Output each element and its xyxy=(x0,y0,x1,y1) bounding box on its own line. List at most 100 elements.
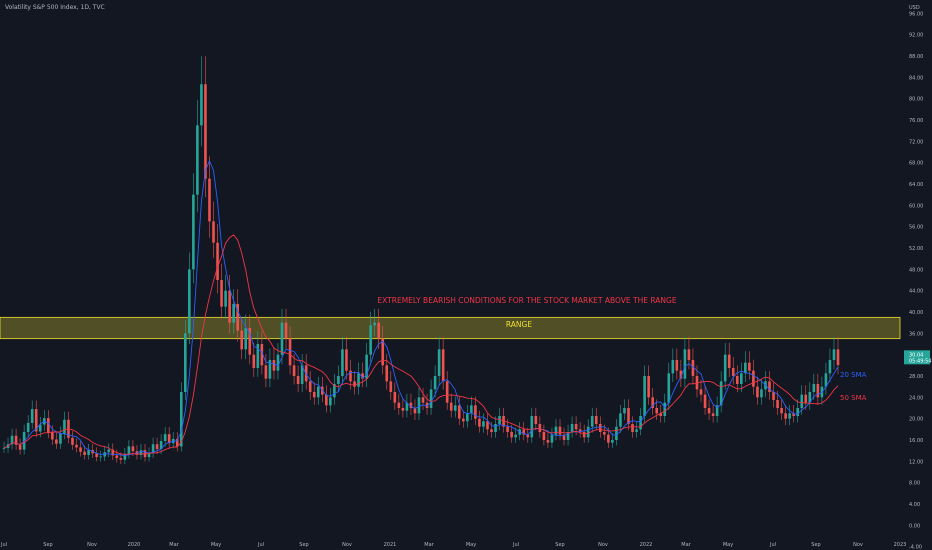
y-tick-label: 24.00 xyxy=(909,395,923,401)
candle-body xyxy=(449,402,453,411)
x-tick-label: Sep xyxy=(811,542,820,548)
candle-body xyxy=(607,434,610,443)
candle-body xyxy=(784,413,787,419)
candle-body xyxy=(796,408,800,416)
candle-body xyxy=(421,397,425,403)
candle-body xyxy=(417,397,421,414)
x-tick-label: Nov xyxy=(598,542,608,548)
x-tick-label: 2023 xyxy=(894,542,907,548)
candle-body xyxy=(772,392,775,400)
candle-body xyxy=(748,362,751,371)
candle-body xyxy=(325,394,328,406)
y-tick-label: 12.00 xyxy=(909,459,923,465)
candle-body xyxy=(453,405,457,411)
x-tick-label: Nov xyxy=(853,542,863,548)
candle-body xyxy=(51,432,54,440)
candle-body xyxy=(155,444,159,450)
candle-body xyxy=(462,418,465,422)
x-tick-label: Nov xyxy=(342,542,352,548)
x-tick-label: Jul xyxy=(0,542,7,548)
candle-body xyxy=(179,392,183,447)
candle-body xyxy=(546,440,550,443)
candle-body xyxy=(87,450,90,455)
candle-body xyxy=(131,446,135,452)
candle-body xyxy=(99,456,102,458)
candle-body xyxy=(292,365,296,376)
candle-body xyxy=(615,426,618,440)
candle-body xyxy=(598,424,602,432)
candle-body xyxy=(594,416,598,424)
candle-body xyxy=(699,389,703,395)
candle-body xyxy=(401,408,405,411)
candle-body xyxy=(397,402,401,408)
candle-body xyxy=(18,444,22,450)
y-tick-label: 8.00 xyxy=(909,481,920,487)
y-tick-label: 36.00 xyxy=(909,331,923,337)
y-tick-label: -4.00 xyxy=(909,545,922,550)
currency-label: USD xyxy=(909,5,920,11)
candle-body xyxy=(735,376,739,384)
y-tick-label: 72.00 xyxy=(909,139,923,145)
candle-body xyxy=(2,448,6,449)
candle-body xyxy=(373,322,376,326)
candle-body xyxy=(723,354,727,382)
candle-body xyxy=(119,458,123,460)
candle-body xyxy=(345,349,348,371)
candle-body xyxy=(752,370,755,387)
candle-body xyxy=(510,432,513,438)
bearish-annotation: EXTREMELY BEARISH CONDITIONS FOR THE STO… xyxy=(377,296,676,305)
candle-body xyxy=(272,360,276,371)
candle-body xyxy=(308,381,312,392)
candle-body xyxy=(647,376,650,398)
x-tick-label: 2020 xyxy=(128,542,141,548)
candle-body xyxy=(542,432,546,440)
y-tick-label: 88.00 xyxy=(909,54,923,60)
candle-body xyxy=(337,376,340,384)
candle-body xyxy=(478,418,481,427)
x-tick-label: May xyxy=(211,542,221,548)
x-tick-label: Jul xyxy=(512,542,519,548)
x-tick-label: 2021 xyxy=(384,542,397,548)
vix-candlestick-chart[interactable]: USD96.00 92.00 88.00 84.00 80.00 76.00 72.00 68… xyxy=(0,0,932,550)
candle-body xyxy=(812,384,816,392)
candle-body xyxy=(623,408,626,414)
candle-body xyxy=(59,433,62,444)
candle-body xyxy=(252,354,256,368)
x-tick-label: Nov xyxy=(87,542,97,548)
candle-body xyxy=(357,373,360,387)
candle-body xyxy=(466,413,469,422)
candle-body xyxy=(683,349,687,379)
candle-body xyxy=(385,365,389,382)
candle-body xyxy=(389,381,393,392)
y-tick-label: 56.00 xyxy=(909,225,923,231)
countdown-value: 05:49:54 xyxy=(909,358,931,364)
x-tick-label: May xyxy=(723,542,733,548)
candle-body xyxy=(457,405,461,419)
candle-body xyxy=(163,434,167,442)
y-tick-label: 16.00 xyxy=(909,438,923,444)
y-tick-label: 80.00 xyxy=(909,97,923,103)
candle-body xyxy=(63,419,66,434)
candle-body xyxy=(663,402,667,416)
x-tick-label: Jul xyxy=(257,542,264,548)
candle-body xyxy=(393,392,397,403)
candle-body xyxy=(671,360,675,374)
candle-body xyxy=(288,338,292,366)
candle-body xyxy=(707,408,711,414)
candle-body xyxy=(212,221,215,243)
y-tick-label: 20.00 xyxy=(909,417,923,423)
y-tick-label: 60.00 xyxy=(909,203,923,209)
candle-body xyxy=(494,424,497,432)
candle-body xyxy=(836,349,840,366)
candle-body xyxy=(731,368,735,376)
sma20-label: 20 SMA xyxy=(840,371,867,379)
candle-body xyxy=(514,434,517,438)
candle-body xyxy=(635,429,638,432)
range-label: RANGE xyxy=(506,320,532,329)
candle-body xyxy=(55,439,58,444)
candle-body xyxy=(377,322,380,339)
candle-body xyxy=(30,409,34,423)
y-tick-label: 44.00 xyxy=(909,289,923,295)
candle-body xyxy=(832,349,836,360)
candle-body xyxy=(554,426,558,435)
